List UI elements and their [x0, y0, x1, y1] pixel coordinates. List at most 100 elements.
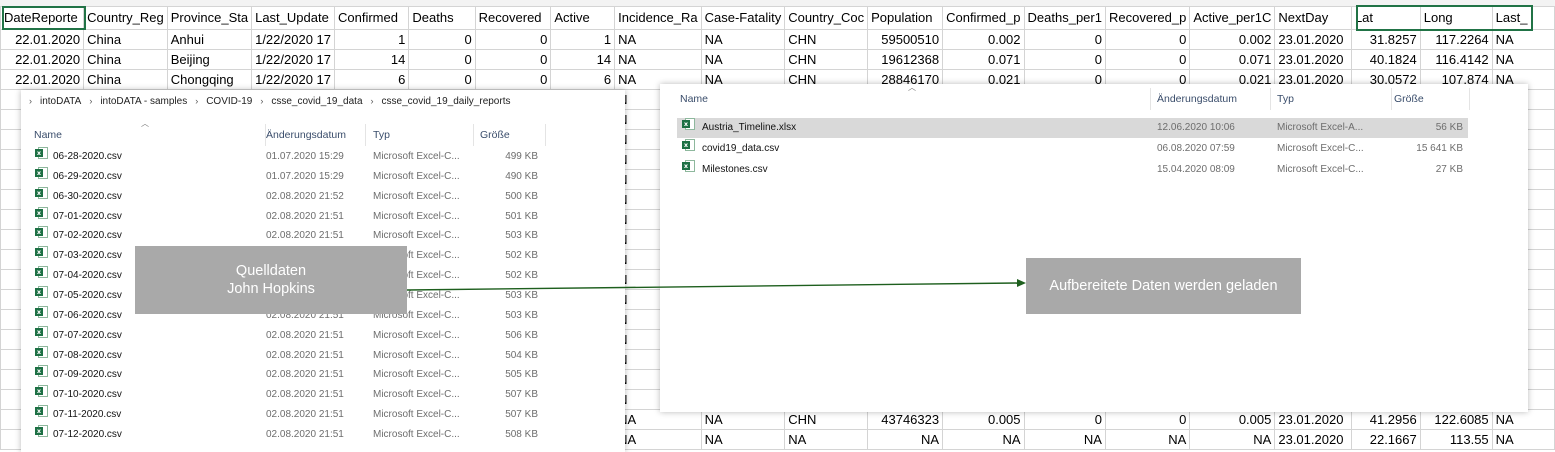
column-header-size[interactable]: Größe: [474, 124, 546, 146]
data-cell[interactable]: 6: [333, 69, 410, 90]
data-cell[interactable]: China: [83, 69, 168, 90]
data-cell[interactable]: 1/22/2020 17: [251, 29, 335, 50]
data-cell[interactable]: 0: [408, 49, 476, 70]
header-cell[interactable]: Active: [550, 6, 616, 30]
column-header-date[interactable]: Änderungsdatum: [1151, 88, 1271, 110]
header-cell[interactable]: Recovered: [474, 6, 552, 30]
header-cell[interactable]: Long: [1419, 6, 1493, 30]
data-cell[interactable]: 31.8257: [1350, 29, 1421, 50]
data-cell[interactable]: 23.01.2020: [1274, 29, 1352, 50]
data-cell[interactable]: 0: [474, 29, 552, 50]
data-cell[interactable]: NA: [700, 29, 786, 50]
data-cell[interactable]: NA: [1104, 429, 1191, 450]
data-cell[interactable]: NA: [1491, 49, 1555, 70]
data-cell[interactable]: NA: [700, 409, 786, 430]
header-cell[interactable]: Incidence_Ra: [614, 6, 702, 30]
data-cell[interactable]: NA: [1189, 429, 1276, 450]
data-cell[interactable]: 43746323: [867, 409, 944, 430]
data-cell[interactable]: NA: [614, 49, 702, 70]
header-cell[interactable]: Case-Fatality: [700, 6, 786, 30]
data-cell[interactable]: 0: [1104, 29, 1191, 50]
data-cell[interactable]: 23.01.2020: [1274, 409, 1352, 430]
header-cell[interactable]: Province_Sta: [166, 6, 253, 30]
header-cell[interactable]: Lat: [1350, 6, 1421, 30]
data-cell[interactable]: CHN: [784, 29, 869, 50]
file-row[interactable]: x 07-12-2020.csv 02.08.2020 21:51 Microsoft…: [21, 424, 581, 445]
file-row[interactable]: x 06-28-2020.csv 01.07.2020 15:29 Microsoft…: [21, 147, 581, 167]
data-cell[interactable]: 0.002: [942, 29, 1025, 50]
breadcrumb-item[interactable]: csse_covid_19_daily_reports: [382, 96, 511, 107]
file-row[interactable]: x 07-01-2020.csv 02.08.2020 21:51 Microsoft…: [21, 206, 581, 227]
data-cell[interactable]: NA: [784, 429, 869, 450]
header-cell[interactable]: Active_per1C: [1189, 6, 1276, 30]
data-cell[interactable]: 22.01.2020: [0, 69, 85, 90]
file-row[interactable]: x Austria_Timeline.xlsx 12.06.2020 10:06 Mi…: [677, 118, 1468, 138]
file-row[interactable]: x Milestones.csv 15.04.2020 08:09 Microsoft…: [677, 160, 1468, 180]
header-cell[interactable]: Country_Coc: [784, 6, 869, 30]
data-cell[interactable]: Beijing: [166, 49, 253, 70]
data-cell[interactable]: NA: [942, 429, 1025, 450]
header-cell[interactable]: Country_Reg: [83, 6, 168, 30]
data-cell[interactable]: 1: [550, 29, 616, 50]
data-cell[interactable]: 113.55: [1419, 429, 1493, 450]
data-cell[interactable]: 0: [1023, 29, 1106, 50]
header-cell[interactable]: Recovered_p: [1104, 6, 1191, 30]
data-cell[interactable]: Anhui: [166, 29, 253, 50]
data-cell[interactable]: CHN: [784, 49, 869, 70]
data-cell[interactable]: 0: [474, 49, 552, 70]
data-cell[interactable]: 0: [1104, 409, 1191, 430]
file-row[interactable]: x 07-08-2020.csv 02.08.2020 21:51 Microsoft…: [21, 345, 581, 366]
header-cell[interactable]: Confirmed: [333, 6, 410, 30]
file-row[interactable]: x 06-30-2020.csv 02.08.2020 21:52 Microsoft…: [21, 186, 581, 207]
data-cell[interactable]: 0: [1023, 409, 1106, 430]
data-cell[interactable]: 117.2264: [1419, 29, 1493, 50]
data-cell[interactable]: NA: [614, 409, 702, 430]
data-cell[interactable]: NA: [1491, 409, 1555, 430]
data-cell[interactable]: 40.1824: [1350, 49, 1421, 70]
data-cell[interactable]: 122.6085: [1419, 409, 1493, 430]
column-header-size[interactable]: Größe: [1388, 88, 1470, 110]
file-row[interactable]: x 07-10-2020.csv 02.08.2020 21:51 Microsoft…: [21, 385, 581, 405]
data-cell[interactable]: NA: [1023, 429, 1106, 450]
data-cell[interactable]: 23.01.2020: [1274, 429, 1352, 450]
data-cell[interactable]: NA: [867, 429, 944, 450]
data-cell[interactable]: 0: [474, 69, 552, 90]
header-cell[interactable]: Last_Update: [251, 6, 335, 30]
data-cell[interactable]: 0: [1104, 49, 1191, 70]
data-cell[interactable]: 41.2956: [1350, 409, 1421, 430]
header-cell[interactable]: Last_: [1491, 6, 1555, 30]
data-cell[interactable]: NA: [614, 29, 702, 50]
breadcrumb-item[interactable]: intoDATA - samples: [100, 96, 187, 107]
column-header-type[interactable]: Typ: [1271, 88, 1392, 110]
data-cell[interactable]: 1: [333, 29, 410, 50]
file-row[interactable]: x 06-29-2020.csv 01.07.2020 15:29 Microsoft…: [21, 166, 581, 187]
data-cell[interactable]: NA: [700, 429, 786, 450]
header-cell[interactable]: Confirmed_p: [942, 6, 1025, 30]
data-cell[interactable]: 1/22/2020 17: [251, 49, 335, 70]
column-header-type[interactable]: Typ: [367, 124, 474, 146]
data-cell[interactable]: 1/22/2020 17: [251, 69, 335, 90]
file-row[interactable]: x 07-02-2020.csv 02.08.2020 21:51 Microsoft…: [21, 226, 581, 246]
data-cell[interactable]: 14: [333, 49, 410, 70]
data-cell[interactable]: Chongqing: [166, 69, 253, 90]
data-cell[interactable]: 14: [550, 49, 616, 70]
data-cell[interactable]: 0.005: [1189, 409, 1276, 430]
file-row[interactable]: x 07-07-2020.csv 02.08.2020 21:51 Microsoft…: [21, 325, 581, 346]
data-cell[interactable]: NA: [700, 49, 786, 70]
data-cell[interactable]: 0.005: [942, 409, 1025, 430]
data-cell[interactable]: 23.01.2020: [1274, 49, 1352, 70]
file-row[interactable]: x covid19_data.csv 06.08.2020 07:59 Microso…: [677, 139, 1468, 159]
data-cell[interactable]: 19612368: [867, 49, 944, 70]
data-cell[interactable]: 6: [550, 69, 616, 90]
data-cell[interactable]: China: [83, 29, 168, 50]
data-cell[interactable]: 59500510: [867, 29, 944, 50]
column-header-date[interactable]: Änderungsdatum: [260, 124, 366, 146]
breadcrumb-item[interactable]: COVID-19: [206, 96, 252, 107]
file-row[interactable]: x 07-11-2020.csv 02.08.2020 21:51 Microsoft…: [21, 405, 581, 425]
data-cell[interactable]: 22.1667: [1350, 429, 1421, 450]
data-cell[interactable]: NA: [1491, 29, 1555, 50]
header-cell[interactable]: DateReporte: [0, 6, 85, 30]
data-cell[interactable]: 0: [408, 29, 476, 50]
data-cell[interactable]: 22.01.2020: [0, 49, 85, 70]
data-cell[interactable]: NA: [1491, 429, 1555, 450]
